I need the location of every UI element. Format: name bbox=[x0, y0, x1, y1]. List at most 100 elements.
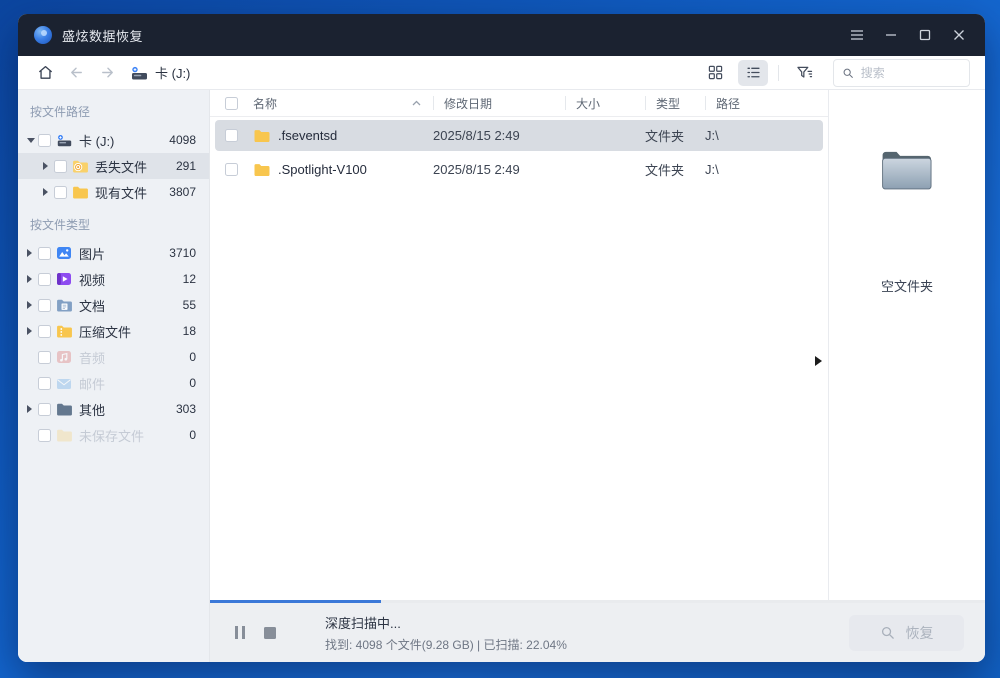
archive-icon bbox=[56, 323, 73, 339]
sidebar-item-label: 音频 bbox=[79, 348, 189, 367]
column-header-name[interactable]: 名称 bbox=[253, 96, 433, 110]
sidebar-item-videos[interactable]: 视频 12 bbox=[18, 266, 209, 292]
back-arrow-icon bbox=[68, 64, 85, 81]
checkbox[interactable] bbox=[225, 129, 238, 142]
hamburger-icon bbox=[850, 29, 864, 41]
column-header-size[interactable]: 大小 bbox=[565, 96, 645, 110]
app-logo-icon bbox=[34, 26, 52, 44]
folder-icon bbox=[253, 128, 271, 143]
item-count: 0 bbox=[189, 428, 196, 442]
checkbox[interactable] bbox=[38, 299, 51, 312]
mail-icon bbox=[56, 375, 73, 391]
sidebar-item-mail[interactable]: 邮件 0 bbox=[18, 370, 209, 396]
sidebar: 按文件路径 卡 (J:) 4098 丢失文件 291 bbox=[18, 90, 210, 662]
file-name: .Spotlight-V100 bbox=[278, 162, 367, 177]
lost-files-folder-icon bbox=[72, 158, 89, 174]
pause-scan-button[interactable] bbox=[231, 624, 249, 642]
current-drive-breadcrumb[interactable]: 卡 (J:) bbox=[130, 63, 190, 82]
toolbar-divider bbox=[778, 65, 779, 81]
sidebar-item-archives[interactable]: 压缩文件 18 bbox=[18, 318, 209, 344]
checkbox[interactable] bbox=[38, 273, 51, 286]
maximize-button[interactable] bbox=[914, 25, 935, 46]
collapse-preview-arrow[interactable] bbox=[815, 356, 822, 366]
forward-arrow-icon bbox=[99, 64, 116, 81]
other-icon bbox=[56, 401, 73, 417]
home-button[interactable] bbox=[33, 61, 57, 85]
checkbox[interactable] bbox=[38, 325, 51, 338]
item-count: 291 bbox=[176, 159, 196, 173]
item-count: 18 bbox=[183, 324, 196, 338]
status-bar: 深度扫描中... 找到: 4098 个文件(9.28 GB) | 已扫描: 22… bbox=[210, 603, 985, 662]
item-count: 3710 bbox=[169, 246, 196, 260]
drive-icon bbox=[56, 132, 73, 148]
sidebar-item-drive[interactable]: 卡 (J:) 4098 bbox=[18, 127, 209, 153]
maximize-icon bbox=[919, 29, 931, 41]
file-type: 文件夹 bbox=[645, 126, 705, 145]
sidebar-item-label: 文档 bbox=[79, 296, 183, 315]
checkbox[interactable] bbox=[54, 186, 67, 199]
checkbox[interactable] bbox=[225, 163, 238, 176]
home-icon bbox=[37, 64, 54, 81]
filter-button[interactable] bbox=[789, 60, 819, 86]
sidebar-item-lost-files[interactable]: 丢失文件 291 bbox=[18, 153, 209, 179]
sidebar-item-existing-files[interactable]: 现有文件 3807 bbox=[18, 179, 209, 205]
expand-arrow-icon[interactable] bbox=[27, 405, 38, 413]
search-input[interactable] bbox=[861, 66, 961, 80]
expand-arrow-icon[interactable] bbox=[27, 275, 38, 283]
column-header-modified[interactable]: 修改日期 bbox=[433, 96, 565, 110]
stop-scan-button[interactable] bbox=[261, 624, 279, 642]
item-count: 12 bbox=[183, 272, 196, 286]
sidebar-item-documents[interactable]: 文档 55 bbox=[18, 292, 209, 318]
minimize-button[interactable] bbox=[880, 25, 901, 46]
filter-icon bbox=[796, 65, 813, 80]
grid-view-button[interactable] bbox=[700, 60, 730, 86]
sidebar-item-audio[interactable]: 音频 0 bbox=[18, 344, 209, 370]
checkbox[interactable] bbox=[38, 351, 51, 364]
close-button[interactable] bbox=[948, 25, 969, 46]
column-header-type[interactable]: 类型 bbox=[645, 96, 705, 110]
title-bar: 盛炫数据恢复 bbox=[18, 14, 985, 56]
toolbar: 卡 (J:) bbox=[18, 56, 985, 90]
file-modified: 2025/8/15 2:49 bbox=[433, 162, 565, 177]
select-all-checkbox[interactable] bbox=[225, 97, 238, 110]
sidebar-item-unsaved[interactable]: 未保存文件 0 bbox=[18, 422, 209, 448]
checkbox[interactable] bbox=[54, 160, 67, 173]
scan-status-title: 深度扫描中... bbox=[325, 613, 567, 632]
checkbox[interactable] bbox=[38, 134, 51, 147]
section-header-by-type: 按文件类型 bbox=[18, 205, 209, 240]
forward-button[interactable] bbox=[95, 61, 119, 85]
sort-ascending-icon[interactable] bbox=[412, 100, 421, 106]
file-list: 名称 修改日期 大小 类型 路径 .fseventsd bbox=[210, 90, 828, 600]
document-icon bbox=[56, 297, 73, 313]
expand-arrow-icon[interactable] bbox=[27, 301, 38, 309]
sidebar-item-label: 其他 bbox=[79, 400, 176, 419]
recover-search-icon bbox=[880, 625, 895, 640]
scan-status-detail: 找到: 4098 个文件(9.28 GB) | 已扫描: 22.04% bbox=[325, 636, 567, 653]
sidebar-item-others[interactable]: 其他 303 bbox=[18, 396, 209, 422]
sidebar-item-pictures[interactable]: 图片 3710 bbox=[18, 240, 209, 266]
checkbox[interactable] bbox=[38, 247, 51, 260]
recover-button[interactable]: 恢复 bbox=[849, 615, 964, 651]
checkbox[interactable] bbox=[38, 403, 51, 416]
table-row[interactable]: .fseventsd 2025/8/15 2:49 文件夹 J:\ bbox=[215, 120, 823, 151]
sidebar-item-label: 压缩文件 bbox=[79, 322, 183, 341]
app-window: 盛炫数据恢复 bbox=[18, 14, 985, 662]
preview-panel: 空文件夹 bbox=[828, 90, 985, 600]
file-type: 文件夹 bbox=[645, 160, 705, 179]
list-view-button[interactable] bbox=[738, 60, 768, 86]
checkbox[interactable] bbox=[38, 377, 51, 390]
section-header-by-path: 按文件路径 bbox=[18, 92, 209, 127]
checkbox[interactable] bbox=[38, 429, 51, 442]
expand-arrow-icon[interactable] bbox=[27, 249, 38, 257]
list-view-icon bbox=[746, 65, 761, 80]
expand-arrow-icon[interactable] bbox=[43, 162, 54, 170]
search-icon bbox=[842, 66, 854, 80]
expand-arrow-icon[interactable] bbox=[27, 327, 38, 335]
expand-arrow-icon[interactable] bbox=[43, 188, 54, 196]
expand-arrow-icon[interactable] bbox=[27, 138, 38, 143]
menu-button[interactable] bbox=[846, 25, 867, 46]
back-button[interactable] bbox=[64, 61, 88, 85]
item-count: 0 bbox=[189, 376, 196, 390]
column-header-path[interactable]: 路径 bbox=[705, 96, 828, 110]
table-row[interactable]: .Spotlight-V100 2025/8/15 2:49 文件夹 J:\ bbox=[215, 154, 823, 185]
